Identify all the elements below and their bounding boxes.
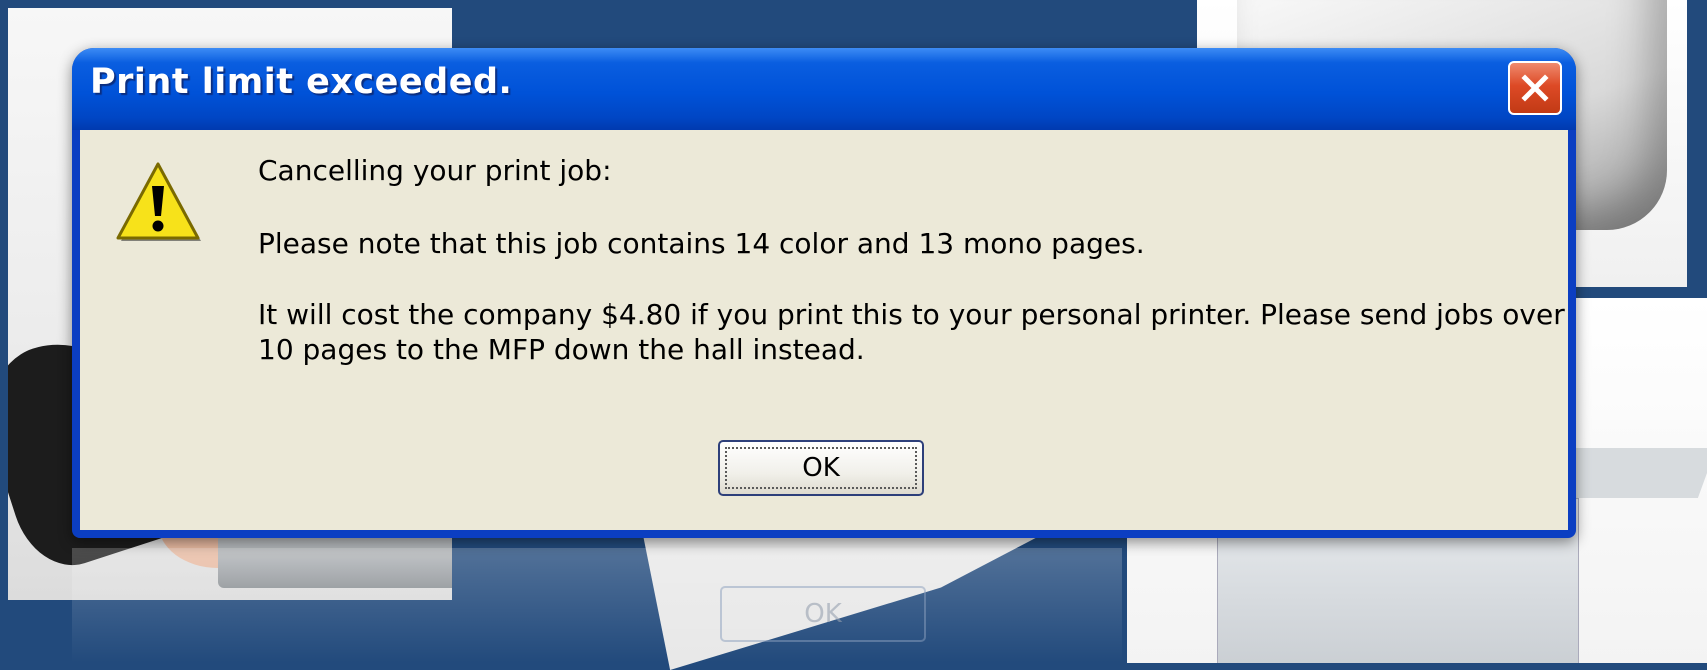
print-limit-dialog: Print limit exceeded. Cancelling your pr… [72, 48, 1576, 538]
message-line: It will cost the company $4.80 if you pr… [258, 298, 1565, 331]
ok-button-label: OK [725, 447, 917, 489]
message-line: 10 pages to the MFP down the hall instea… [258, 333, 865, 366]
close-button[interactable] [1508, 61, 1562, 115]
title-bar[interactable]: Print limit exceeded. [72, 48, 1576, 130]
dialog-reflection [72, 548, 1122, 663]
dialog-body: Cancelling your print job: Please note t… [80, 130, 1568, 530]
message-line: Cancelling your print job: [258, 154, 612, 187]
warning-icon [116, 162, 201, 241]
close-x-icon [1521, 74, 1549, 102]
reflected-ok-label: OK [720, 586, 926, 642]
dialog-title: Print limit exceeded. [90, 62, 513, 102]
message-line: Please note that this job contains 14 co… [258, 227, 1145, 260]
ok-button[interactable]: OK [718, 440, 924, 496]
